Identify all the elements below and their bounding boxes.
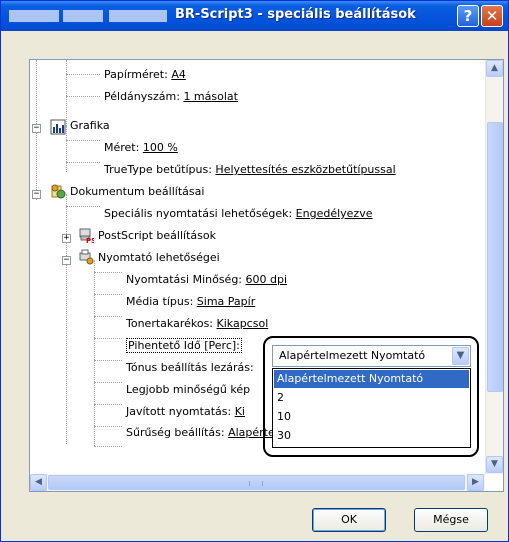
title-blur-block bbox=[109, 10, 167, 22]
tree-item-copies[interactable]: Példányszám: 1 másolat bbox=[104, 86, 238, 108]
scroll-right-icon[interactable]: ▶ bbox=[467, 474, 484, 491]
sleep-time-combo[interactable]: Alapértelmezett Nyomtató ▼ bbox=[272, 345, 471, 367]
printer-features-icon bbox=[78, 249, 94, 265]
tree-connector bbox=[66, 74, 100, 75]
title-blur-block bbox=[63, 10, 103, 22]
svg-text:PS: PS bbox=[86, 237, 94, 243]
tree-item-toner-save[interactable]: Tonertakarékos: Kikapcsol bbox=[126, 313, 268, 335]
tree-connector bbox=[66, 140, 100, 141]
tree-item-document-options[interactable]: Dokumentum beállításai bbox=[70, 181, 204, 203]
media-type-label: Média típus: bbox=[126, 295, 194, 308]
print-quality-label: Nyomtatási Minőség: bbox=[126, 273, 243, 286]
tree-connector bbox=[94, 404, 122, 405]
truetype-label: TrueType betűtípus: bbox=[104, 163, 212, 176]
tree-item-sleep-time[interactable]: Pihentető Idő [Perc]: bbox=[126, 335, 242, 357]
document-settings-icon bbox=[50, 183, 66, 199]
tree-connector bbox=[94, 260, 95, 446]
title-blur-block bbox=[9, 10, 59, 22]
best-quality-label: Legjobb minőségű kép bbox=[126, 383, 251, 396]
improved-print-label: Javított nyomtatás: bbox=[126, 405, 232, 418]
tree-connector bbox=[94, 294, 122, 295]
density-label: Sűrűség beállítás: bbox=[126, 426, 225, 439]
truetype-value[interactable]: Helyettesítés eszközbetűtípussal bbox=[215, 163, 395, 176]
tree-item-postscript[interactable]: PostScript beállítások bbox=[98, 225, 216, 247]
scroll-up-icon[interactable]: ▲ bbox=[486, 60, 503, 77]
copies-label: Példányszám: bbox=[104, 90, 180, 103]
tree-connector bbox=[94, 338, 122, 339]
expand-postscript-icon[interactable]: + bbox=[62, 234, 71, 243]
postscript-label: PostScript beállítások bbox=[98, 229, 216, 242]
tree-item-graphics[interactable]: Grafika bbox=[70, 115, 110, 137]
tree-connector bbox=[94, 426, 122, 427]
scroll-grip-icon bbox=[249, 481, 263, 486]
tree-item-scale[interactable]: Méret: 100 % bbox=[104, 137, 178, 159]
tree-connector bbox=[94, 316, 122, 317]
special-print-label: Speciális nyomtatási lehetőségek: bbox=[104, 207, 293, 220]
document-options-label: Dokumentum beállításai bbox=[70, 185, 205, 198]
tree-connector bbox=[94, 446, 122, 447]
chevron-down-icon[interactable]: ▼ bbox=[452, 347, 469, 365]
improved-print-value[interactable]: Ki bbox=[235, 405, 245, 418]
print-quality-value[interactable]: 600 dpi bbox=[246, 273, 288, 286]
scroll-down-icon[interactable]: ▼ bbox=[486, 456, 503, 473]
tree-connector bbox=[66, 96, 100, 97]
window-title: BR-Script3 - speciális beállítások bbox=[175, 7, 416, 22]
toner-save-label: Tonertakarékos: bbox=[126, 317, 214, 330]
graphics-icon bbox=[50, 119, 66, 135]
tree-item-best-quality[interactable]: Legjobb minőségű kép bbox=[126, 379, 250, 401]
dropdown-option[interactable]: 30 bbox=[274, 427, 469, 445]
collapse-graphics-icon[interactable]: − bbox=[32, 124, 41, 133]
ok-button[interactable]: OK bbox=[312, 508, 386, 532]
tree-item-paper-size[interactable]: Papírméret: A4 bbox=[104, 64, 186, 86]
horizontal-scroll-thumb[interactable] bbox=[48, 475, 465, 490]
sleep-time-label: Pihentető Idő [Perc]: bbox=[126, 338, 242, 353]
collapse-printer-features-icon[interactable]: − bbox=[62, 256, 71, 265]
tree-connector bbox=[94, 382, 122, 383]
scroll-left-icon[interactable]: ◀ bbox=[30, 474, 47, 491]
dropdown-option[interactable]: 2 bbox=[274, 389, 469, 407]
tree-item-printer-features[interactable]: Nyomtató lehetőségei bbox=[98, 247, 220, 269]
tree-item-truetype[interactable]: TrueType betűtípus: Helyettesítés eszköz… bbox=[104, 159, 396, 181]
help-button[interactable]: ? bbox=[457, 5, 479, 27]
special-print-value[interactable]: Engedélyezve bbox=[296, 207, 373, 220]
tree-item-print-quality[interactable]: Nyomtatási Minőség: 600 dpi bbox=[126, 269, 287, 291]
tree-item-special-print[interactable]: Speciális nyomtatási lehetőségek: Engedé… bbox=[104, 203, 372, 225]
tree-item-improved-print[interactable]: Javított nyomtatás: Ki bbox=[126, 401, 245, 423]
tree-connector bbox=[94, 272, 122, 273]
collapse-document-icon[interactable]: − bbox=[32, 190, 41, 199]
printer-features-label: Nyomtató lehetőségei bbox=[98, 251, 220, 264]
sleep-time-dropdown-list: Alapértelmezett Nyomtató 2 10 30 bbox=[272, 368, 471, 448]
copies-value[interactable]: 1 másolat bbox=[183, 90, 238, 103]
tree-connector bbox=[94, 360, 122, 361]
toner-save-value[interactable]: Kikapcsol bbox=[217, 317, 269, 330]
tone-lock-label: Tónus beállítás lezárás: bbox=[126, 361, 254, 374]
tree-connector bbox=[66, 194, 67, 444]
dropdown-option[interactable]: 10 bbox=[274, 408, 469, 426]
tree-connector bbox=[66, 126, 67, 172]
sleep-time-combo-value: Alapértelmezett Nyomtató bbox=[279, 349, 426, 362]
title-bar[interactable]: BR-Script3 - speciális beállítások ? ✕ bbox=[1, 1, 508, 31]
tree-connector bbox=[66, 206, 100, 207]
paper-size-value[interactable]: A4 bbox=[171, 68, 186, 81]
postscript-icon: PS bbox=[78, 227, 96, 245]
close-button[interactable]: ✕ bbox=[481, 5, 503, 27]
scale-value[interactable]: 100 % bbox=[143, 141, 178, 154]
dialog-window: BR-Script3 - speciális beállítások ? ✕ P… bbox=[0, 0, 509, 542]
graphics-label: Grafika bbox=[70, 119, 110, 132]
cancel-button[interactable]: Mégse bbox=[414, 508, 488, 532]
vertical-scroll-thumb[interactable] bbox=[487, 122, 503, 392]
tree-item-tone-lock[interactable]: Tónus beállítás lezárás: bbox=[126, 357, 254, 379]
dropdown-option[interactable]: Alapértelmezett Nyomtató bbox=[274, 370, 469, 388]
vertical-scrollbar[interactable]: ▲ ▼ bbox=[485, 60, 503, 474]
tree-connector bbox=[66, 162, 100, 163]
tree-item-media-type[interactable]: Média típus: Sima Papír bbox=[126, 291, 255, 313]
scale-label: Méret: bbox=[104, 141, 140, 154]
paper-size-label: Papírméret: bbox=[104, 68, 168, 81]
horizontal-scrollbar[interactable]: ◀ ▶ bbox=[30, 474, 485, 491]
media-type-value[interactable]: Sima Papír bbox=[197, 295, 255, 308]
